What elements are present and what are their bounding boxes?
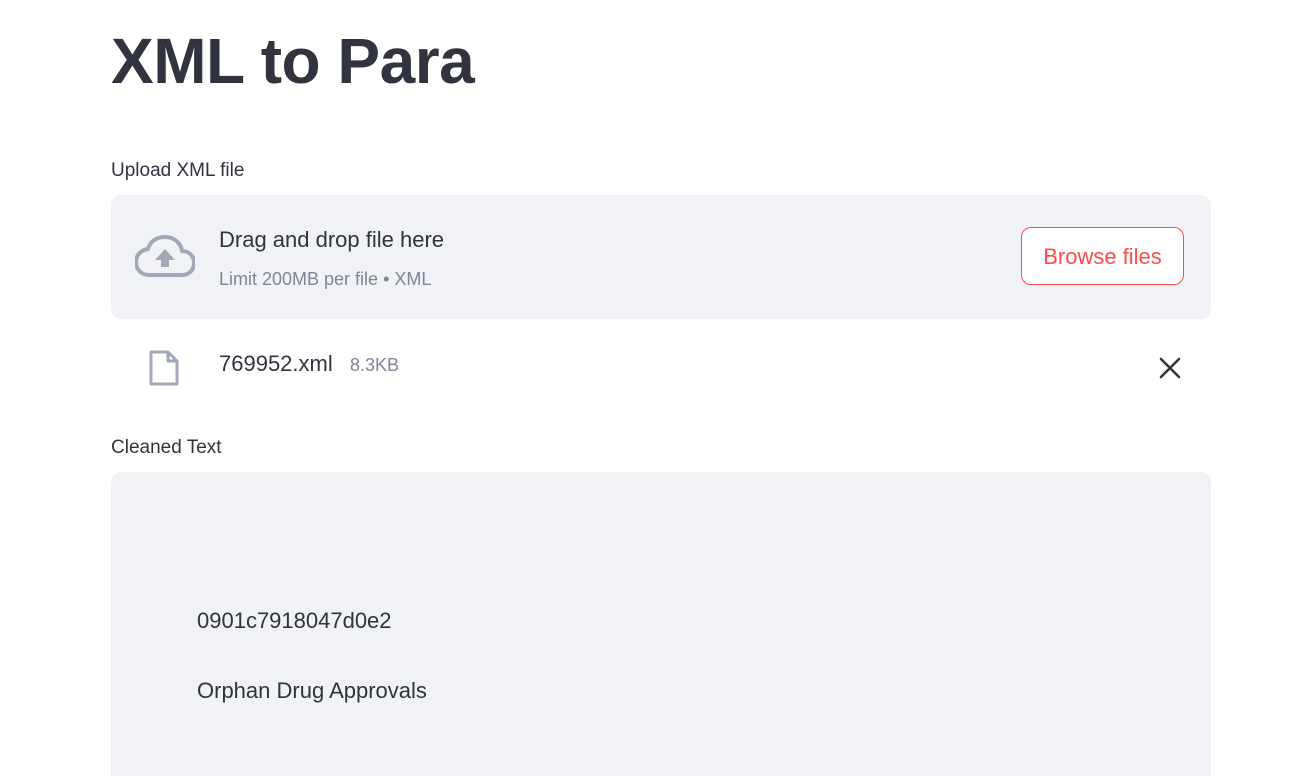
file-size: 8.3KB: [350, 355, 400, 375]
text-line: Orphan Drug Approvals: [197, 678, 427, 703]
uploaded-file-row: 769952.xml 8.3KB: [111, 340, 1211, 396]
browse-files-button[interactable]: Browse files: [1021, 227, 1184, 285]
close-icon[interactable]: [1156, 354, 1184, 382]
file-dropzone[interactable]: Drag and drop file here Limit 200MB per …: [111, 195, 1211, 319]
cleaned-text-area[interactable]: 0901c7918047d0e2 Orphan Drug Approvals: [111, 472, 1211, 776]
cloud-upload-icon: [134, 235, 196, 279]
file-icon: [148, 349, 180, 387]
page-title: XML to Para: [111, 25, 475, 97]
file-name: 769952.xml: [219, 351, 333, 376]
upload-label: Upload XML file: [111, 160, 245, 181]
dropzone-title: Drag and drop file here: [219, 227, 445, 252]
text-line: 0901c7918047d0e2: [197, 608, 392, 633]
cleaned-text-label: Cleaned Text: [111, 437, 222, 458]
main-container: XML to Para Upload XML file Drag and dro…: [0, 0, 1306, 776]
dropzone-limit-text: Limit 200MB per file • XML: [219, 269, 432, 289]
